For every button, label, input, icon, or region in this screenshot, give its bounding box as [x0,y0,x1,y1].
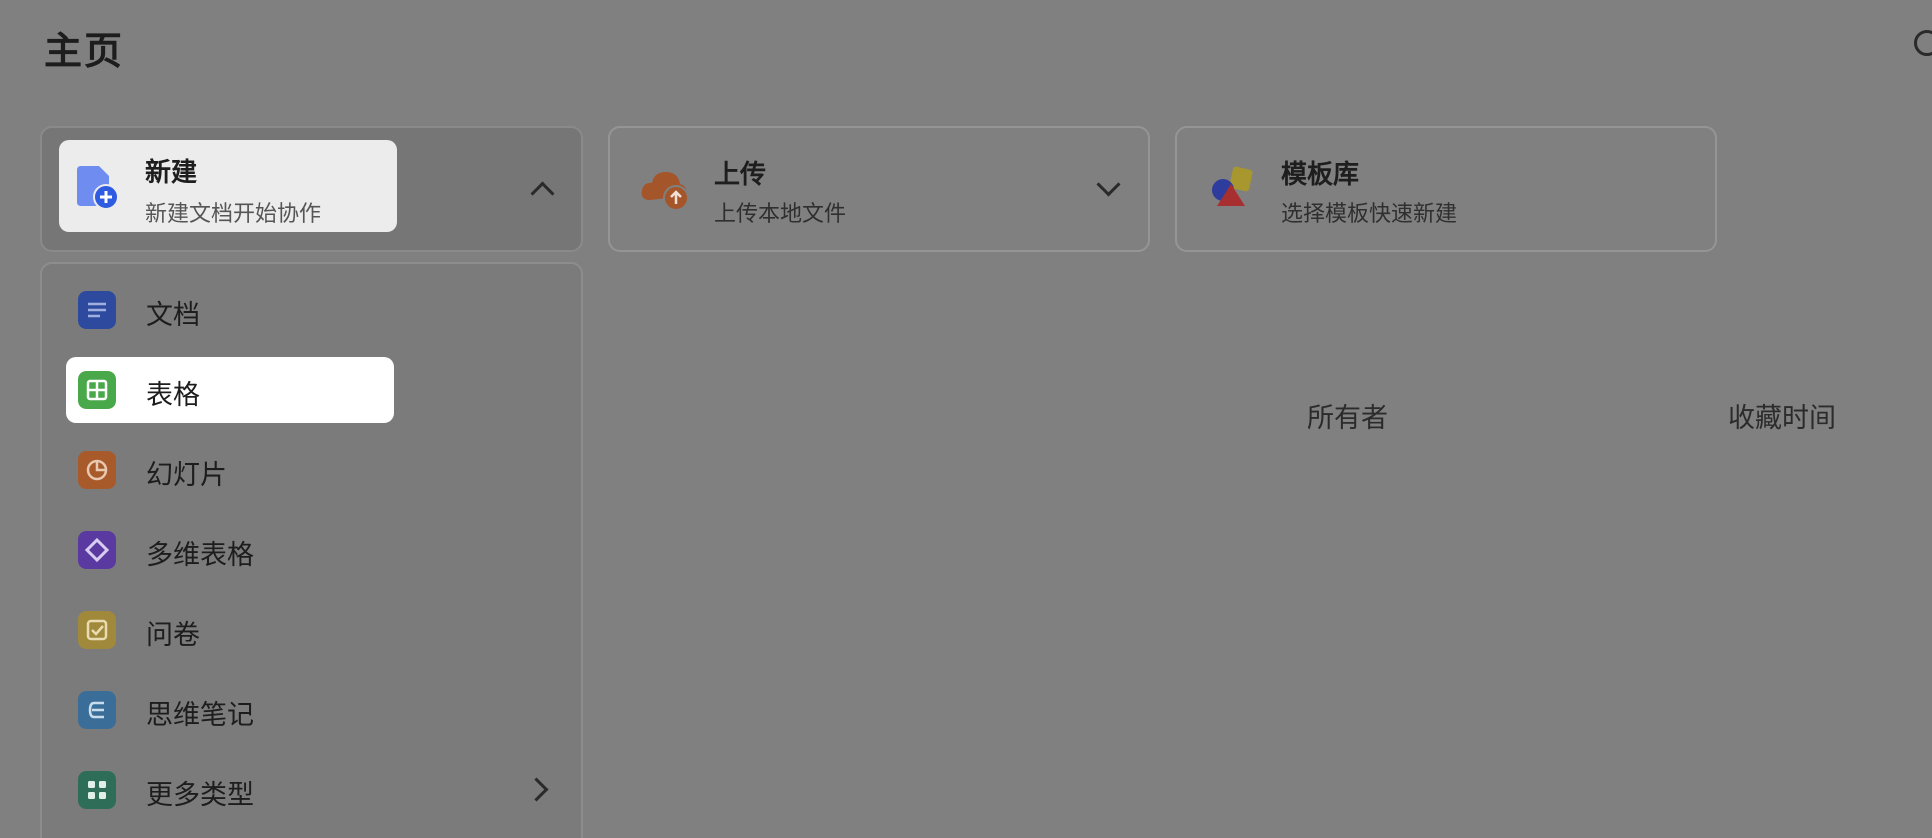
menu-item-more-types[interactable]: 更多类型 [66,757,394,823]
template-title: 模板库 [1281,160,1360,190]
column-header-owner[interactable]: 所有者 [1307,396,1388,435]
template-subtitle: 选择模板快速新建 [1281,202,1458,227]
upload-title: 上传 [714,160,767,190]
menu-item-label: 更多类型 [146,780,254,811]
menu-item-doc[interactable]: 文档 [66,277,394,343]
sheet-icon [78,371,116,409]
survey-icon [78,611,116,649]
menu-item-label: 问卷 [146,620,200,651]
menu-item-survey[interactable]: 问卷 [66,597,394,663]
cloud-upload-icon [641,172,689,211]
menu-item-label: 思维笔记 [146,700,254,731]
new-button[interactable]: 新建 新建文档开始协作 [59,140,397,232]
template-icon [1212,166,1253,206]
page-title: 主页 [44,29,125,73]
upload-card[interactable]: 上传 上传本地文件 [608,126,1150,252]
menu-item-sheet[interactable]: 表格 [66,357,394,423]
upload-subtitle: 上传本地文件 [714,202,847,227]
new-title: 新建 [145,158,198,188]
search-icon[interactable] [1914,30,1932,56]
grid-icon [78,771,116,809]
mindnote-icon [78,691,116,729]
doc-icon [78,291,116,329]
base-icon [78,531,116,569]
new-subtitle: 新建文档开始协作 [145,202,322,227]
new-doc-icon [77,166,119,210]
menu-item-mindnote[interactable]: 思维笔记 [66,677,394,743]
menu-item-label: 多维表格 [146,540,254,571]
menu-item-slides[interactable]: 幻灯片 [66,437,394,503]
template-card[interactable]: 模板库 选择模板快速新建 [1175,126,1717,252]
menu-item-label: 幻灯片 [146,460,227,491]
slides-icon [78,451,116,489]
column-header-favorited-time[interactable]: 收藏时间 [1728,396,1836,435]
menu-item-base[interactable]: 多维表格 [66,517,394,583]
menu-item-label: 表格 [146,380,200,411]
menu-item-label: 文档 [146,300,200,331]
